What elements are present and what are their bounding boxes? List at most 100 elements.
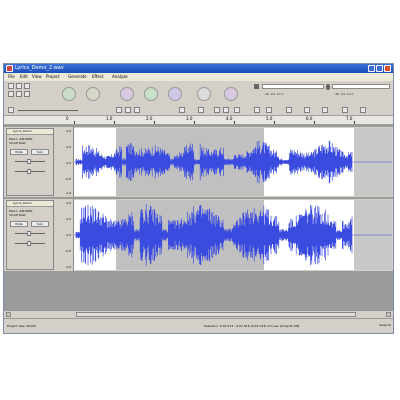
solo-button[interactable]: Solo: [31, 149, 49, 155]
audio-track-1: Lyrics_Demo Mono, 44100Hz 32-bit float M…: [4, 127, 393, 197]
paste-icon[interactable]: [134, 107, 140, 113]
sync-lock-icon[interactable]: [234, 107, 240, 113]
close-icon[interactable]: [384, 65, 391, 72]
track-control-panel: Lyrics_Demo Mono, 44100Hz 32-bit float M…: [6, 128, 54, 196]
zoom-out-icon[interactable]: [266, 107, 272, 113]
record-meter-scale: -36 -24 -12 0: [334, 92, 354, 96]
scale-label: 0.0: [66, 161, 71, 165]
menu-project[interactable]: Project: [46, 73, 60, 81]
project-rate[interactable]: Project rate: 44100: [7, 324, 36, 328]
pan-slider-knob[interactable]: [27, 241, 31, 246]
ruler-label: 3.0: [186, 116, 193, 121]
skip-start-button[interactable]: [62, 87, 76, 101]
pause-button[interactable]: [120, 87, 134, 101]
menu-bar: File Edit View Project Generate Effect A…: [4, 73, 393, 81]
gain-slider-knob[interactable]: [27, 159, 31, 164]
waveform-1[interactable]: [74, 128, 392, 196]
track-control-panel: Lyrics_Demo Mono, 44100Hz 32-bit float M…: [6, 200, 54, 270]
zoom-fit-icon[interactable]: [360, 107, 366, 113]
track-name-menu[interactable]: Lyrics_Demo: [7, 201, 53, 207]
ruler-label: 1.0: [106, 116, 113, 121]
zoom-toggle-icon[interactable]: [322, 107, 328, 113]
audacity-window: Lyrics_Demo_2.wav File Edit View Project…: [3, 63, 394, 334]
loop-button[interactable]: [224, 87, 238, 101]
ruler-label: 6.0: [306, 116, 313, 121]
volume-icon: [8, 107, 14, 113]
track-bitdepth: 32-bit float: [9, 213, 26, 217]
edit-toolbar: [4, 105, 393, 115]
pan-slider-knob[interactable]: [27, 169, 31, 174]
multi-tool-icon[interactable]: [24, 91, 30, 97]
mute-button[interactable]: Mute: [10, 221, 28, 227]
scale-label: 1.0: [66, 129, 71, 133]
minimize-icon[interactable]: [368, 65, 375, 72]
ruler-label: 5.0: [266, 116, 273, 121]
zoom-tool-icon[interactable]: [8, 91, 14, 97]
ruler-tick: [74, 121, 75, 124]
timeline-ruler[interactable]: 0 1.0 2.0 3.0 4.0 5.0 6.0 7.0: [4, 115, 393, 125]
snap-to-label[interactable]: Snap To: [379, 323, 391, 327]
menu-file[interactable]: File: [8, 73, 15, 81]
main-toolbar: -36 -24 -12 0 -36 -24 -12 0: [4, 81, 393, 105]
menu-view[interactable]: View: [32, 73, 42, 81]
selection-status: Selection: 0:03.273 - 0:07.016 (0:03.743…: [204, 324, 300, 328]
scroll-left-arrow-icon[interactable]: [6, 312, 11, 317]
solo-button[interactable]: Solo: [31, 221, 49, 227]
mic-icon: [326, 84, 330, 90]
scale-label: 0.5: [66, 145, 71, 149]
skip-end-button[interactable]: [86, 87, 100, 101]
window-title: Lyrics_Demo_2.wav: [15, 65, 64, 71]
scroll-right-arrow-icon[interactable]: [386, 312, 391, 317]
silence-icon[interactable]: [198, 107, 204, 113]
scale-label: -1.0: [65, 191, 71, 195]
waveform-2[interactable]: [74, 200, 392, 270]
scale-label: 0.5: [66, 217, 71, 221]
ruler-tick: [314, 121, 315, 124]
record-meter: [332, 84, 390, 89]
ruler-tick: [274, 121, 275, 124]
selection-tool-icon[interactable]: [8, 83, 14, 89]
track-bitdepth: 32-bit float: [9, 141, 26, 145]
copy-icon[interactable]: [125, 107, 131, 113]
playback-meter: [262, 84, 324, 89]
ruler-label: 0: [66, 116, 69, 121]
maximize-icon[interactable]: [376, 65, 383, 72]
timeshift-tool-icon[interactable]: [16, 91, 22, 97]
horizontal-scrollbar[interactable]: [4, 310, 393, 318]
stop-button[interactable]: [168, 87, 182, 101]
ruler-tick: [234, 121, 235, 124]
playback-meter-scale: -36 -24 -12 0: [264, 92, 284, 96]
play-button[interactable]: [144, 87, 158, 101]
scale-label: 0.0: [66, 233, 71, 237]
mute-button[interactable]: Mute: [10, 149, 28, 155]
undo-icon[interactable]: [214, 107, 220, 113]
scale-label: -0.5: [65, 177, 71, 181]
fit-project-icon[interactable]: [304, 107, 310, 113]
cut-icon[interactable]: [116, 107, 122, 113]
scroll-thumb[interactable]: [76, 312, 356, 317]
ruler-tick: [154, 121, 155, 124]
ruler-label: 2.0: [146, 116, 153, 121]
ruler-tick: [194, 121, 195, 124]
menu-effect[interactable]: Effect: [92, 73, 104, 81]
volume-slider[interactable]: [18, 110, 78, 111]
amplitude-scale: 1.0 0.5 0.0 -0.5 -1.0: [56, 127, 74, 197]
gain-slider-knob[interactable]: [27, 231, 31, 236]
zoom-in-icon[interactable]: [254, 107, 260, 113]
ruler-label: 4.0: [226, 116, 233, 121]
record-button[interactable]: [197, 87, 211, 101]
ruler-tick: [114, 121, 115, 124]
redo-icon[interactable]: [223, 107, 229, 113]
menu-edit[interactable]: Edit: [20, 73, 28, 81]
zoom-normal-icon[interactable]: [342, 107, 348, 113]
track-name-menu[interactable]: Lyrics_Demo: [7, 129, 53, 135]
status-bar: Project rate: 44100 Selection: 0:03.273 …: [4, 318, 393, 333]
scale-label: -0.5: [65, 249, 71, 253]
trim-icon[interactable]: [179, 107, 185, 113]
draw-tool-icon[interactable]: [24, 83, 30, 89]
menu-generate[interactable]: Generate: [68, 73, 87, 81]
menu-analyze[interactable]: Analyze: [112, 73, 128, 81]
speaker-icon: [254, 84, 259, 89]
fit-selection-icon[interactable]: [286, 107, 292, 113]
envelope-tool-icon[interactable]: [16, 83, 22, 89]
